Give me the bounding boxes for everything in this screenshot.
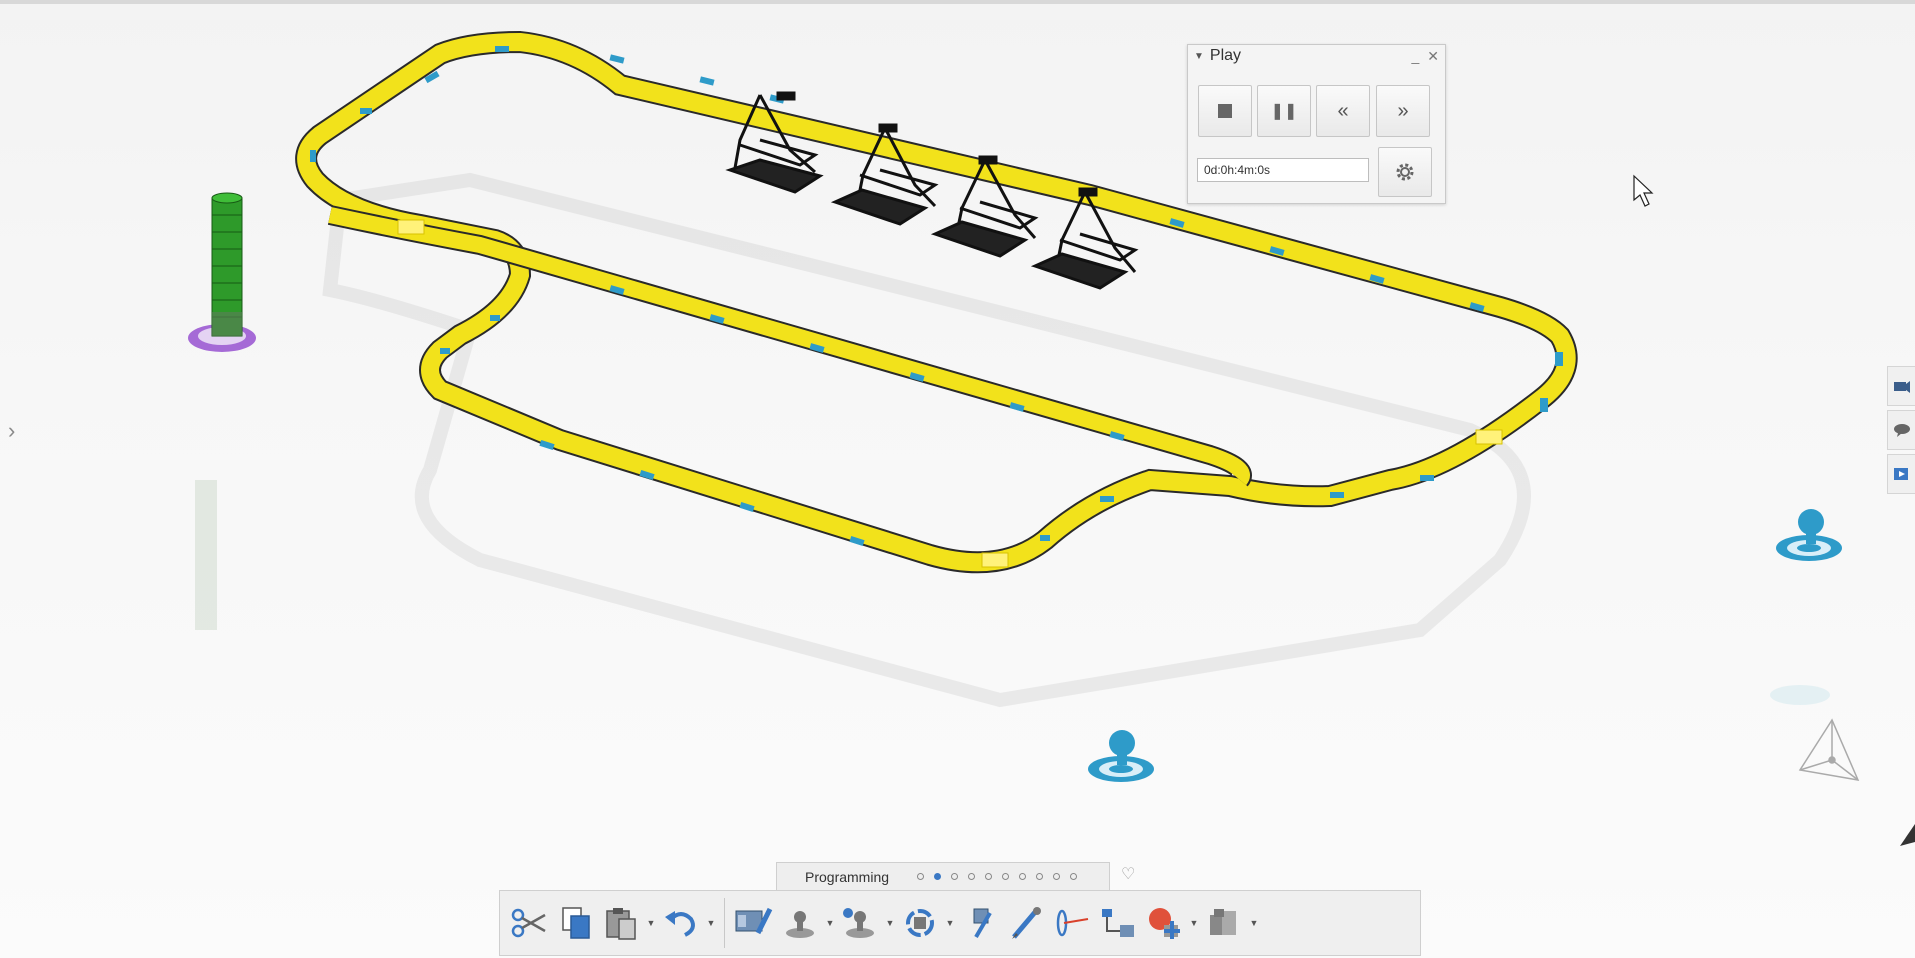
device-button[interactable] [777, 897, 823, 949]
side-play-icon[interactable] [1887, 454, 1915, 494]
cut-button[interactable] [506, 897, 552, 949]
3d-viewport[interactable]: › ▼ Play _ ✕ ❚❚ « » 0d:0h:4m:0s Programm… [0, 0, 1915, 958]
rewind-button[interactable]: « [1316, 85, 1370, 137]
device-plus-button[interactable] [837, 897, 883, 949]
green-stack[interactable] [188, 192, 256, 352]
stack-reflection [195, 480, 217, 630]
device-icon [786, 911, 814, 938]
hierarchy-button[interactable] [1095, 897, 1141, 949]
library-icon [1210, 909, 1236, 935]
pen-tool-button[interactable] [1003, 897, 1049, 949]
play-panel-titlebar[interactable]: ▼ Play _ ✕ [1188, 45, 1445, 67]
close-icon[interactable]: ✕ [1427, 48, 1439, 65]
minimize-icon[interactable]: _ [1411, 48, 1419, 64]
axis-triad-icon[interactable] [1798, 718, 1860, 781]
undo-button[interactable] [658, 897, 704, 949]
section-pager[interactable] [917, 873, 1087, 880]
add-object-dropdown-arrow[interactable]: ▼ [1187, 918, 1201, 928]
pen-tool-icon [1012, 907, 1041, 939]
fast-forward-button[interactable]: » [1376, 85, 1430, 137]
measure-icon [1056, 909, 1089, 937]
simulation-time-field[interactable]: 0d:0h:4m:0s [1197, 158, 1369, 182]
add-object-button[interactable] [1141, 897, 1187, 949]
rotate-icon [906, 909, 934, 937]
device-dropdown-arrow[interactable]: ▼ [823, 918, 837, 928]
scene-canvas[interactable] [0, 0, 1915, 958]
robot-teach-button[interactable] [731, 897, 777, 949]
pager-dot[interactable] [1053, 873, 1060, 880]
collapse-triangle-icon[interactable]: ▼ [1194, 51, 1204, 62]
device-plus-icon [843, 908, 874, 938]
stop-button[interactable] [1198, 85, 1252, 137]
scissors-icon [511, 908, 546, 938]
pager-dot[interactable] [917, 873, 924, 880]
toolbar-expand-chevron-icon[interactable]: ♡ [1121, 864, 1135, 884]
pager-dot[interactable] [1002, 873, 1009, 880]
pager-dot-active[interactable] [934, 873, 941, 880]
section-tab[interactable]: Programming [776, 862, 1110, 890]
cube-tool-icon [973, 908, 992, 939]
mouse-pointer-icon [1633, 174, 1654, 207]
gear-icon [1396, 163, 1414, 181]
pager-dot[interactable] [1019, 873, 1026, 880]
stop-icon [1218, 104, 1232, 118]
corner-pointer-icon [1900, 824, 1915, 846]
side-camera-icon[interactable] [1887, 366, 1915, 406]
play-panel-title: Play [1209, 47, 1242, 64]
device-plus-dropdown-arrow[interactable]: ▼ [883, 918, 897, 928]
robot-teach-icon [735, 907, 773, 935]
play-settings-button[interactable] [1378, 147, 1432, 197]
origin-marker-bottom[interactable] [1088, 730, 1154, 782]
copy-icon [562, 907, 590, 939]
pager-dot[interactable] [1070, 873, 1077, 880]
add-object-icon [1149, 908, 1180, 939]
pager-dot[interactable] [1036, 873, 1043, 880]
measure-button[interactable] [1049, 897, 1095, 949]
pause-icon: ❚❚ [1270, 103, 1298, 120]
pager-dot[interactable] [951, 873, 958, 880]
cube-tool-button[interactable] [957, 897, 1003, 949]
undo-dropdown-arrow[interactable]: ▼ [704, 918, 718, 928]
library-button[interactable] [1201, 897, 1247, 949]
rotate-button[interactable] [897, 897, 943, 949]
section-label: Programming [805, 868, 890, 885]
fast-forward-icon: » [1397, 99, 1409, 122]
paste-button[interactable] [598, 897, 644, 949]
marker-reflection [1770, 685, 1830, 705]
toolbar-separator [724, 898, 725, 948]
rotate-dropdown-arrow[interactable]: ▼ [943, 918, 957, 928]
left-panel-expander-icon[interactable]: › [8, 418, 15, 444]
action-toolbar[interactable]: ▼ ▼ ▼ ▼ ▼ ▼ ▼ [499, 890, 1421, 956]
rewind-icon: « [1337, 99, 1349, 122]
paste-icon [606, 908, 636, 940]
paste-dropdown-arrow[interactable]: ▼ [644, 918, 658, 928]
library-dropdown-arrow[interactable]: ▼ [1247, 918, 1261, 928]
pause-button[interactable]: ❚❚ [1257, 85, 1311, 137]
pager-dot[interactable] [968, 873, 975, 880]
pager-dot[interactable] [985, 873, 992, 880]
side-comment-icon[interactable] [1887, 410, 1915, 450]
hierarchy-icon [1102, 909, 1134, 937]
origin-marker-right[interactable] [1776, 509, 1842, 561]
undo-icon [665, 911, 695, 937]
copy-button[interactable] [552, 897, 598, 949]
play-panel[interactable]: ▼ Play _ ✕ ❚❚ « » 0d:0h:4m:0s [1187, 44, 1446, 204]
